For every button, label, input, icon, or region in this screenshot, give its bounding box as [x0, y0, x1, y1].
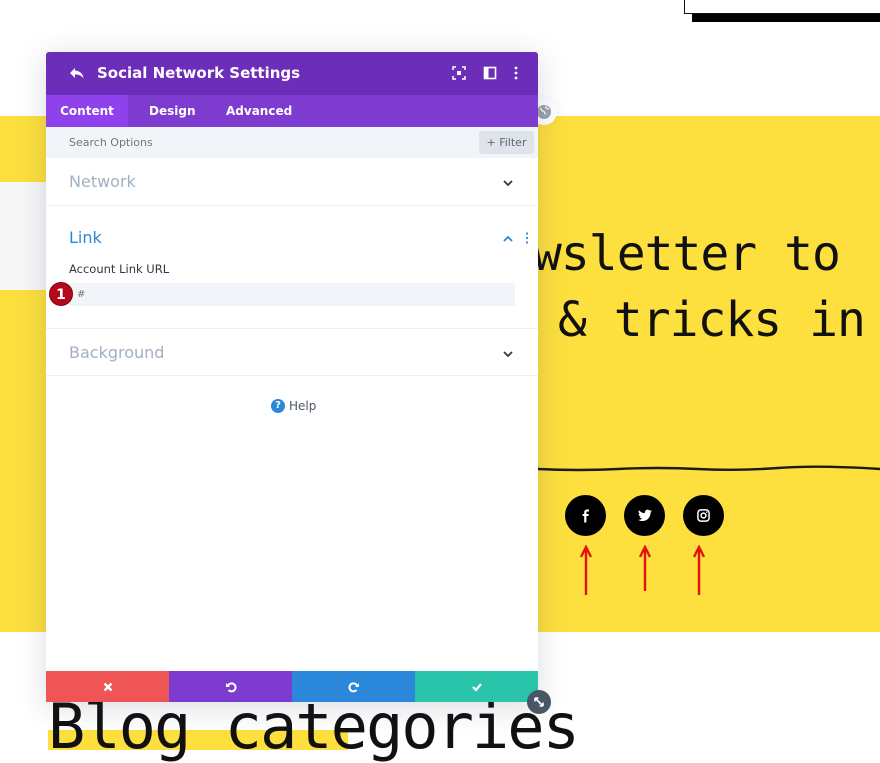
settings-panel: Social Network Settings Content Design A… — [46, 52, 538, 702]
arrow-up-icon — [639, 545, 651, 591]
check-icon — [471, 682, 482, 692]
save-button[interactable] — [415, 671, 538, 702]
arrow-up-icon — [580, 545, 592, 595]
panel-header: Social Network Settings — [46, 52, 538, 95]
cancel-button[interactable] — [46, 671, 169, 702]
section-title-link[interactable]: Link — [69, 228, 102, 247]
section-link: Link Account Link URL 1 — [46, 206, 538, 329]
focus-icon[interactable] — [451, 65, 467, 81]
redo-icon — [347, 681, 359, 692]
blog-categories-heading: Blog categories — [48, 690, 580, 763]
tab-advanced[interactable]: Advanced — [208, 95, 292, 127]
help-icon: ? — [271, 399, 285, 413]
help-label: Help — [289, 399, 317, 413]
close-icon — [103, 682, 112, 691]
search-options-input[interactable] — [69, 127, 449, 158]
section-title-background: Background — [69, 343, 165, 362]
twitter-icon[interactable] — [624, 495, 665, 536]
back-icon[interactable] — [68, 64, 86, 82]
account-link-url-input[interactable] — [69, 283, 515, 306]
top-box — [684, 0, 880, 14]
chevron-down-icon[interactable] — [502, 177, 514, 189]
search-row: + Filter — [46, 127, 538, 158]
section-background[interactable]: Background — [46, 329, 538, 376]
account-link-url-label: Account Link URL — [69, 262, 170, 276]
panel-title: Social Network Settings — [97, 64, 301, 82]
step-badge: 1 — [49, 282, 73, 306]
hero-yellow-band-left — [0, 290, 46, 632]
section-options-icon[interactable] — [525, 232, 529, 244]
panel-footer — [46, 671, 538, 702]
filter-button[interactable]: + Filter — [479, 131, 534, 154]
hero-text-line-2: & tricks in — [558, 292, 866, 348]
redo-button[interactable] — [292, 671, 415, 702]
tab-content[interactable]: Content — [46, 95, 128, 127]
hand-drawn-divider — [538, 465, 880, 472]
grey-strip — [0, 182, 46, 290]
split-view-icon[interactable] — [482, 65, 498, 81]
tab-design[interactable]: Design — [128, 95, 208, 127]
section-title-network: Network — [69, 172, 136, 191]
facebook-icon[interactable] — [565, 495, 606, 536]
resize-handle[interactable] — [527, 690, 551, 714]
chevron-up-icon[interactable] — [502, 233, 514, 245]
chevron-down-icon[interactable] — [502, 348, 514, 360]
undo-button[interactable] — [169, 671, 292, 702]
more-options-icon[interactable] — [508, 65, 524, 81]
resize-icon — [534, 697, 544, 707]
hero-text-line-1: wsletter to — [533, 226, 841, 282]
tab-bar: Content Design Advanced — [46, 95, 538, 127]
section-network[interactable]: Network — [46, 158, 538, 206]
undo-icon — [225, 681, 237, 692]
arrow-up-icon — [693, 545, 705, 595]
instagram-icon[interactable] — [683, 495, 724, 536]
help-link[interactable]: ? Help — [271, 399, 316, 413]
